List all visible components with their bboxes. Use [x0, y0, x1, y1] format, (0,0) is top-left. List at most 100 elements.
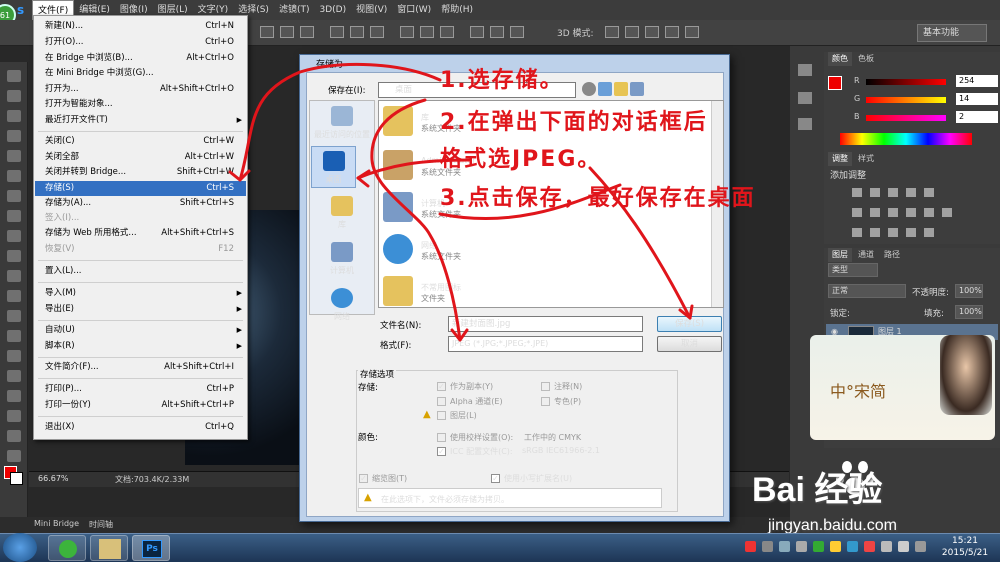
green-track[interactable]	[866, 97, 946, 103]
3d-rotate-icon[interactable]	[605, 26, 619, 38]
move-tool-icon[interactable]	[7, 70, 21, 82]
exposure-icon[interactable]	[906, 188, 916, 197]
clone-stamp-tool-icon[interactable]	[7, 230, 21, 242]
menu-item-close-all[interactable]: 关闭全部 Alt+Ctrl+W	[35, 150, 246, 165]
blue-track[interactable]	[866, 115, 946, 121]
3d-drag-icon[interactable]	[645, 26, 659, 38]
green-value[interactable]: 14	[956, 93, 998, 105]
network-tray-icon[interactable]	[881, 541, 892, 552]
brush-tool-icon[interactable]	[7, 210, 21, 222]
tab-channels[interactable]: 通道	[854, 248, 878, 262]
align-vcenter-icon[interactable]	[280, 26, 294, 38]
menu-item-recent-files[interactable]: 最近打开文件(T) ▶	[35, 113, 246, 128]
icc-checkbox[interactable]: ✓	[437, 447, 446, 456]
menu-item-import[interactable]: 导入(M) ▶	[35, 286, 246, 301]
tab-styles[interactable]: 样式	[854, 152, 878, 166]
save-button[interactable]: 保存(S)	[657, 316, 722, 332]
tray-icon[interactable]	[864, 541, 875, 552]
tab-adjustments[interactable]: 调整	[828, 152, 852, 166]
format-select[interactable]: JPEG (*.JPG;*.JPEG;*.JPE)	[448, 336, 643, 352]
distribute-bottom-icon[interactable]	[440, 26, 454, 38]
path-selection-tool-icon[interactable]	[7, 390, 21, 402]
tray-icon[interactable]	[915, 541, 926, 552]
distribute-right-icon[interactable]	[510, 26, 524, 38]
selective-color-icon[interactable]	[924, 228, 934, 237]
tray-icon[interactable]	[796, 541, 807, 552]
volume-icon[interactable]	[898, 541, 909, 552]
taskbar-app-images[interactable]	[90, 535, 128, 561]
align-hcenter-icon[interactable]	[350, 26, 364, 38]
place-libraries[interactable]: 库	[310, 196, 374, 230]
tray-icon[interactable]	[779, 541, 790, 552]
input-method-icon[interactable]	[745, 541, 756, 552]
shape-tool-icon[interactable]	[7, 410, 21, 422]
dodge-tool-icon[interactable]	[7, 330, 21, 342]
menu-item-open-as[interactable]: 打开为... Alt+Shift+Ctrl+O	[35, 82, 246, 97]
security-icon[interactable]	[813, 541, 824, 552]
distribute-hcenter-icon[interactable]	[490, 26, 504, 38]
blend-mode-select[interactable]: 正常	[828, 284, 906, 298]
color-lookup-icon[interactable]	[942, 208, 952, 217]
3d-roll-icon[interactable]	[625, 26, 639, 38]
menu-item-new[interactable]: 新建(N)... Ctrl+N	[35, 19, 246, 34]
photo-filter-icon[interactable]	[906, 208, 916, 217]
distribute-top-icon[interactable]	[400, 26, 414, 38]
lowercase-checkbox[interactable]: ✓	[491, 474, 500, 483]
tab-mini-bridge[interactable]: Mini Bridge	[34, 519, 79, 528]
menu-item-open[interactable]: 打开(O)... Ctrl+O	[35, 35, 246, 50]
tab-timeline[interactable]: 时间轴	[89, 519, 113, 530]
distribute-vcenter-icon[interactable]	[420, 26, 434, 38]
magic-wand-tool-icon[interactable]	[7, 130, 21, 142]
red-track[interactable]	[866, 79, 946, 85]
marquee-tool-icon[interactable]	[7, 90, 21, 102]
posterize-icon[interactable]	[870, 228, 880, 237]
gradient-tool-icon[interactable]	[7, 290, 21, 302]
taskbar-app-photoshop[interactable]: Ps	[132, 535, 170, 561]
3d-slide-icon[interactable]	[665, 26, 679, 38]
place-recent[interactable]: 最近访问的位置	[310, 106, 374, 140]
blur-tool-icon[interactable]	[7, 310, 21, 322]
curves-icon[interactable]	[888, 188, 898, 197]
hand-tool-icon[interactable]	[7, 430, 21, 442]
hue-saturation-icon[interactable]	[852, 208, 862, 217]
layer-filter-kind[interactable]: 类型	[828, 263, 878, 277]
clock[interactable]: 15:21 2015/5/21	[932, 535, 998, 559]
invert-icon[interactable]	[852, 228, 862, 237]
threshold-icon[interactable]	[888, 228, 898, 237]
gradient-map-icon[interactable]	[906, 228, 916, 237]
history-panel-icon[interactable]	[798, 64, 812, 76]
menu-filter[interactable]: 滤镜(T)	[274, 0, 315, 20]
distribute-left-icon[interactable]	[470, 26, 484, 38]
place-desktop[interactable]: 桌面	[306, 151, 361, 185]
cancel-button[interactable]: 取消	[657, 336, 722, 352]
menu-item-print-one[interactable]: 打印一份(Y) Alt+Shift+Ctrl+P	[35, 398, 246, 413]
menu-item-place[interactable]: 置入(L)...	[35, 264, 246, 279]
vibrance-icon[interactable]	[924, 188, 934, 197]
place-network[interactable]: 网络	[310, 288, 374, 322]
menu-item-close-go-bridge[interactable]: 关闭并转到 Bridge... Shift+Ctrl+W	[35, 165, 246, 180]
eraser-tool-icon[interactable]	[7, 270, 21, 282]
crop-tool-icon[interactable]	[7, 150, 21, 162]
menu-window[interactable]: 窗口(W)	[392, 0, 436, 20]
tray-icon[interactable]	[830, 541, 841, 552]
color-panel-foreground-swatch[interactable]	[828, 76, 842, 90]
zoom-level[interactable]: 66.67%	[38, 474, 78, 483]
menu-item-export[interactable]: 导出(E) ▶	[35, 302, 246, 317]
brightness-icon[interactable]	[852, 188, 862, 197]
place-computer[interactable]: 计算机	[310, 242, 374, 276]
black-white-icon[interactable]	[888, 208, 898, 217]
color-spectrum-bar[interactable]	[840, 133, 972, 145]
align-top-icon[interactable]	[260, 26, 274, 38]
filename-input[interactable]: 新建封面图.jpg	[448, 316, 643, 332]
menu-item-scripts[interactable]: 脚本(R) ▶	[35, 339, 246, 354]
eyedropper-tool-icon[interactable]	[7, 170, 21, 182]
tab-swatches[interactable]: 色板	[854, 52, 878, 66]
new-folder-icon[interactable]	[614, 82, 628, 96]
background-color-swatch[interactable]	[10, 472, 23, 485]
align-bottom-icon[interactable]	[300, 26, 314, 38]
fill-input[interactable]: 100%	[955, 305, 983, 319]
lasso-tool-icon[interactable]	[7, 110, 21, 122]
history-brush-tool-icon[interactable]	[7, 250, 21, 262]
start-button[interactable]	[3, 533, 37, 562]
red-value[interactable]: 254	[956, 75, 998, 87]
